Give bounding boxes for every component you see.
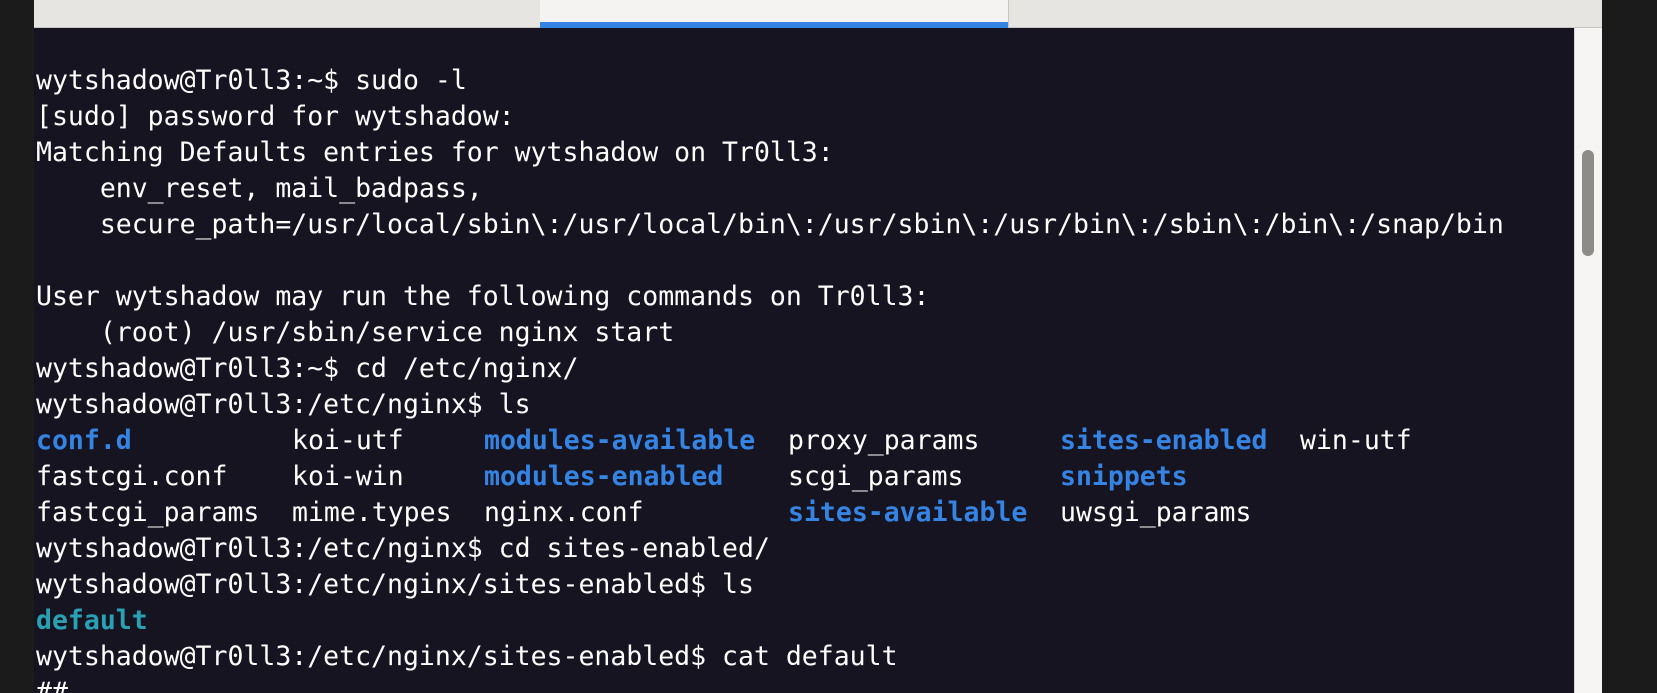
- ls-entry-file: nginx.conf: [484, 497, 644, 528]
- ls-entry-directory: sites-available: [788, 497, 1028, 528]
- terminal-line: wytshadow@Tr0ll3:/etc/nginx/sites-enable…: [36, 641, 898, 672]
- terminal-view[interactable]: wytshadow@Tr0ll3:~$ sudo -l [sudo] passw…: [34, 28, 1574, 693]
- scrollbar-track[interactable]: [1574, 28, 1602, 693]
- ls-entry-file: fastcgi_params: [36, 497, 260, 528]
- window-left-edge: [0, 0, 34, 693]
- ls-entry-directory: modules-enabled: [484, 461, 724, 492]
- terminal-line: (root) /usr/sbin/service nginx start: [36, 317, 675, 348]
- terminal-line: User wytshadow may run the following com…: [36, 281, 930, 312]
- terminal-output: wytshadow@Tr0ll3:~$ sudo -l [sudo] passw…: [36, 63, 1504, 693]
- ls-entry-directory: sites-enabled: [1060, 425, 1268, 456]
- ls-entry-symlink: default: [36, 605, 148, 636]
- terminal-line: Matching Defaults entries for wytshadow …: [36, 137, 834, 168]
- tab-bar: [34, 0, 1602, 28]
- terminal-line: env_reset, mail_badpass,: [36, 173, 483, 204]
- ls-entry-directory: modules-available: [484, 425, 756, 456]
- terminal-line: wytshadow@Tr0ll3:/etc/nginx$ cd sites-en…: [36, 533, 770, 564]
- tab-3[interactable]: [1008, 0, 1602, 28]
- terminal-line: wytshadow@Tr0ll3:/etc/nginx/sites-enable…: [36, 569, 754, 600]
- ls-entry-file: [1300, 495, 1440, 531]
- ls-output-grid: conf.d koi-utf modules-available proxy_p…: [36, 423, 1504, 531]
- ls-entry-file: [1300, 459, 1440, 495]
- ls-entry-file: scgi_params: [788, 461, 964, 492]
- ls-entry-file: win-utf: [1300, 425, 1412, 456]
- tab-1[interactable]: [34, 0, 540, 28]
- ls-entry-file: koi-win: [292, 461, 404, 492]
- terminal-line: secure_path=/usr/local/sbin\:/usr/local/…: [36, 209, 1504, 240]
- ls-entry-file: koi-utf: [292, 425, 404, 456]
- window-right-edge: [1602, 0, 1657, 693]
- terminal-line: [sudo] password for wytshadow:: [36, 101, 515, 132]
- ls-entry-file: uwsgi_params: [1060, 497, 1252, 528]
- ls-entry-directory: conf.d: [36, 425, 132, 456]
- scrollbar-thumb[interactable]: [1582, 150, 1594, 256]
- ls-entry-file: mime.types: [292, 497, 452, 528]
- ls-entry-directory: snippets: [1060, 461, 1188, 492]
- ls-entry-file: proxy_params: [788, 425, 980, 456]
- terminal-line: ##: [36, 677, 68, 693]
- terminal-line: wytshadow@Tr0ll3:~$ cd /etc/nginx/: [36, 353, 579, 384]
- terminal-line: wytshadow@Tr0ll3:/etc/nginx$ ls: [36, 389, 531, 420]
- tab-2-active[interactable]: [540, 0, 1008, 28]
- ls-entry-file: fastcgi.conf: [36, 461, 228, 492]
- terminal-line: wytshadow@Tr0ll3:~$ sudo -l: [36, 65, 467, 96]
